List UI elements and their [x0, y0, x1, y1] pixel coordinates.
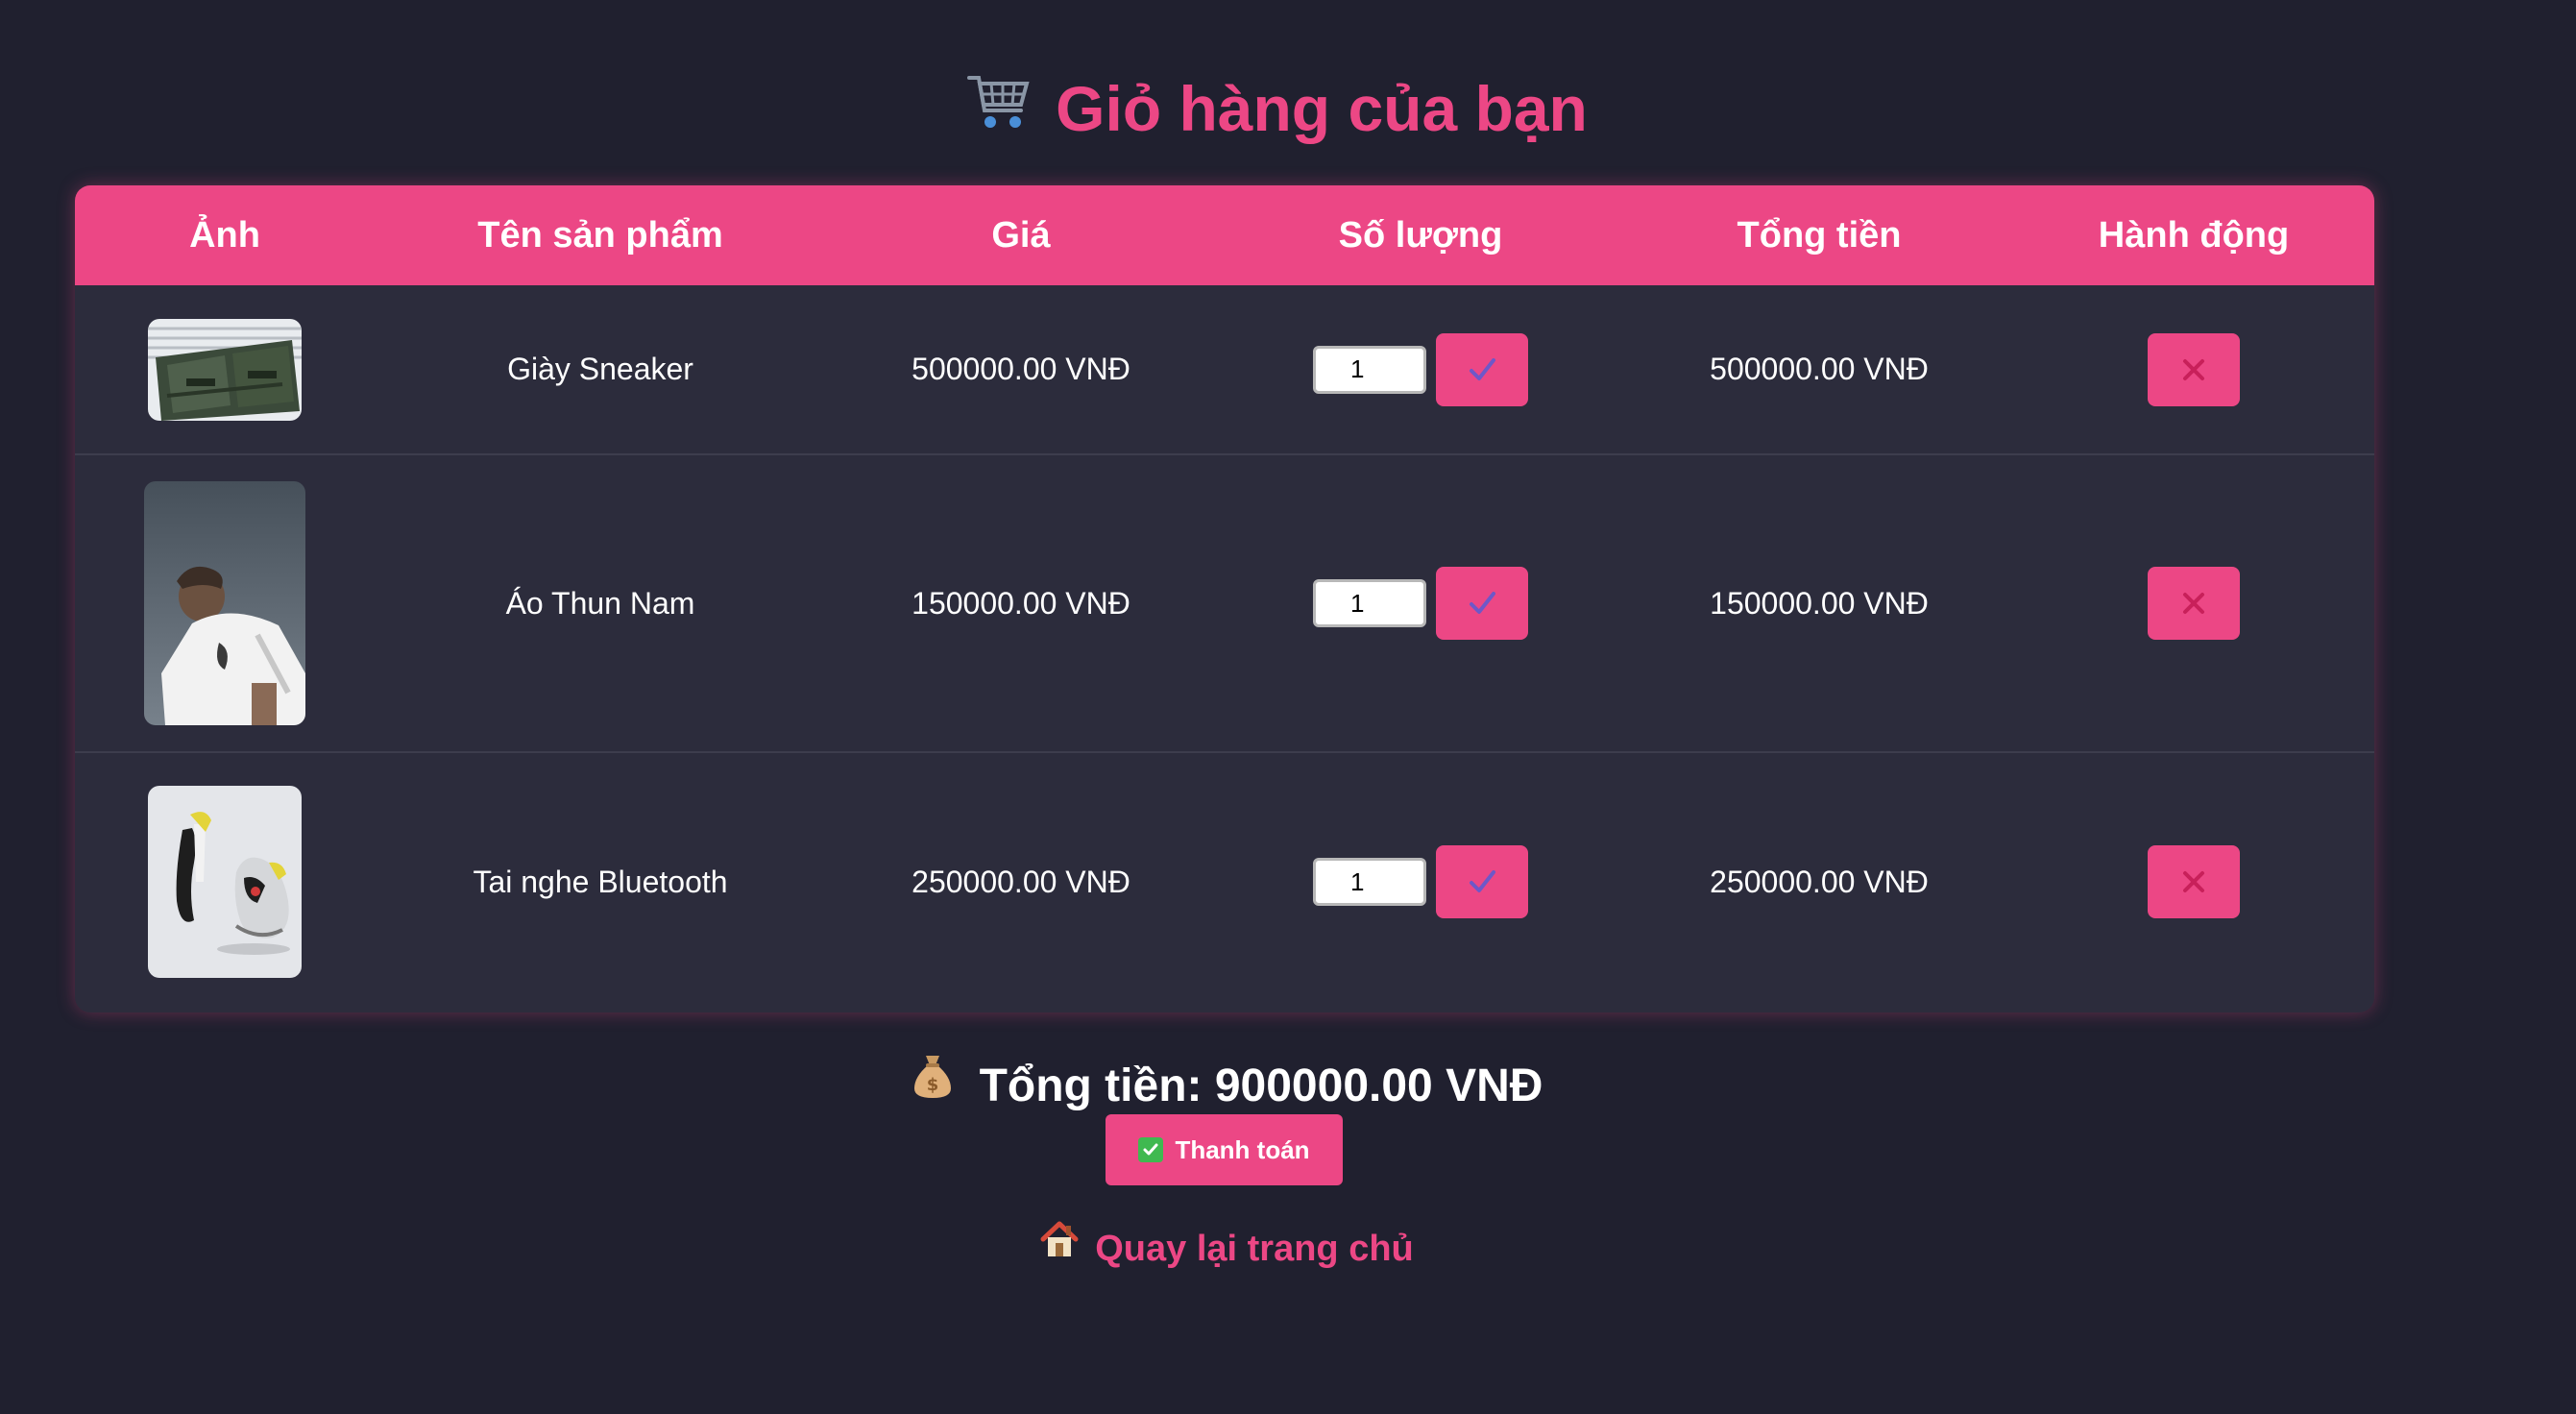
- close-icon: [2183, 871, 2204, 892]
- quantity-cell: [1216, 752, 1625, 1011]
- svg-text:$: $: [926, 1075, 938, 1095]
- product-name: Áo Thun Nam: [375, 454, 826, 753]
- shopping-cart-icon: [967, 66, 1031, 153]
- header-quantity: Số lượng: [1338, 214, 1503, 256]
- checkmark-icon: [1470, 870, 1495, 892]
- table-row: Giày Sneaker 500000.00 VNĐ 500000.: [75, 285, 2374, 455]
- page-title-text: Giỏ hàng của bạn: [1056, 73, 1588, 144]
- update-quantity-button[interactable]: [1436, 332, 1528, 406]
- product-photo-bag: [148, 318, 302, 421]
- table-header-row: Ảnh Tên sản phẩm Giá Số lượng Tổng tiền …: [75, 185, 2374, 285]
- product-name: Tai nghe Bluetooth: [473, 864, 728, 899]
- table-row: Áo Thun Nam 150000.00 VNĐ 150000.0: [75, 454, 2374, 753]
- back-home-label: Quay lại trang chủ: [1095, 1229, 1414, 1269]
- remove-item-button[interactable]: [2148, 332, 2240, 406]
- product-image-cell: [75, 454, 375, 753]
- action-cell: [2013, 454, 2374, 753]
- close-icon: [2183, 358, 2204, 380]
- action-cell: [2013, 752, 2374, 1011]
- product-total: 250000.00 VNĐ: [1710, 864, 1929, 899]
- product-image-cell: [75, 752, 375, 1011]
- checkout-button[interactable]: Thanh toán: [1106, 1114, 1343, 1185]
- cart-page: Giỏ hàng của bạn Ảnh Tên sản phẩm Giá Số…: [0, 0, 2576, 1414]
- cart-total-text: Tổng tiền: 900000.00 VNĐ: [979, 1060, 1543, 1111]
- product-photo-sneakers: [148, 786, 302, 978]
- product-total: 500000.00 VNĐ: [1625, 285, 2013, 455]
- quantity-input[interactable]: [1313, 579, 1426, 627]
- quantity-form: [1313, 332, 1528, 406]
- quantity-form: [1313, 845, 1528, 918]
- header-total: Tổng tiền: [1737, 214, 1902, 256]
- check-box-icon: [1138, 1137, 1164, 1162]
- checkmark-icon: [1470, 592, 1495, 614]
- money-bag-icon: $: [911, 1052, 955, 1117]
- product-name: Giày Sneaker: [375, 285, 826, 455]
- product-image-cell: [75, 285, 375, 455]
- header-name: Tên sản phẩm: [477, 214, 723, 256]
- quantity-input[interactable]: [1313, 345, 1426, 394]
- back-home-link[interactable]: Quay lại trang chủ: [0, 1220, 2453, 1278]
- remove-item-button[interactable]: [2148, 567, 2240, 640]
- close-icon: [2183, 593, 2204, 614]
- header-price: Giá: [991, 214, 1051, 256]
- house-icon: [1039, 1218, 1080, 1276]
- product-total: 150000.00 VNĐ: [1625, 454, 2013, 753]
- cart-table-container: Ảnh Tên sản phẩm Giá Số lượng Tổng tiền …: [75, 185, 2374, 1012]
- product-price: 150000.00 VNĐ: [826, 454, 1216, 753]
- table-row: Tai nghe Bluetooth 250000.00 VNĐ 2: [75, 752, 2374, 1011]
- update-quantity-button[interactable]: [1436, 567, 1528, 640]
- quantity-form: [1313, 567, 1528, 640]
- checkmark-icon: [1470, 357, 1495, 380]
- header-image: Ảnh: [189, 214, 260, 256]
- quantity-input[interactable]: [1313, 858, 1426, 906]
- product-price: 500000.00 VNĐ: [826, 285, 1216, 455]
- cart-total: $ Tổng tiền: 900000.00 VNĐ: [0, 1055, 2453, 1118]
- action-cell: [2013, 285, 2374, 455]
- product-price: 250000.00 VNĐ: [911, 864, 1130, 899]
- header-action: Hành động: [2098, 214, 2290, 256]
- quantity-cell: [1216, 454, 1625, 753]
- update-quantity-button[interactable]: [1436, 845, 1528, 918]
- product-photo-man-tshirt: [144, 481, 305, 725]
- quantity-cell: [1216, 285, 1625, 455]
- remove-item-button[interactable]: [2148, 845, 2240, 918]
- cart-table: Ảnh Tên sản phẩm Giá Số lượng Tổng tiền …: [75, 185, 2374, 1011]
- page-title: Giỏ hàng của bạn: [0, 65, 2555, 153]
- checkout-label: Thanh toán: [1175, 1134, 1310, 1164]
